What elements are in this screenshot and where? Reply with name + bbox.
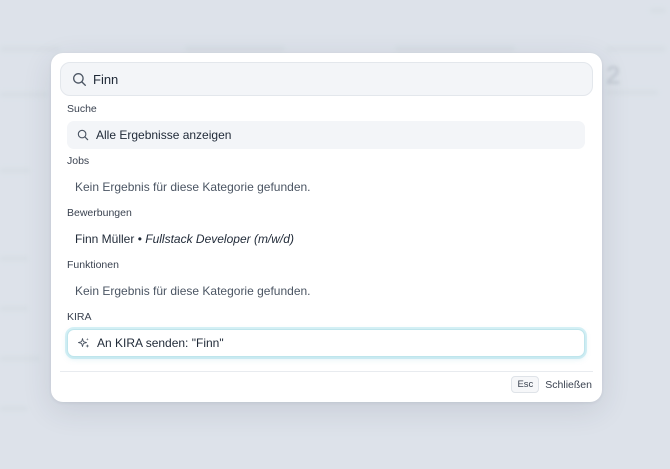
applicant-role: Fullstack Developer (m/w/d) — [145, 232, 294, 246]
section-label-kira: KIRA — [67, 311, 92, 323]
section-label-suche: Suche — [67, 103, 97, 115]
section-label-jobs: Jobs — [67, 155, 90, 167]
section-label-bewerbungen: Bewerbungen — [67, 207, 132, 219]
jobs-empty-message: Kein Ergebnis für diese Kategorie gefund… — [67, 173, 585, 201]
esc-key-hint: Esc — [511, 376, 540, 393]
result-separator: • — [134, 232, 146, 246]
footer-divider — [60, 371, 593, 372]
search-icon — [73, 72, 87, 86]
functions-empty-message: Kein Ergebnis für diese Kategorie gefund… — [67, 277, 585, 305]
send-to-kira-item[interactable]: An KIRA senden: "Finn" — [67, 329, 585, 357]
show-all-results-item[interactable]: Alle Ergebnisse anzeigen — [67, 121, 585, 149]
palette-footer: Esc Schließen — [511, 376, 592, 393]
sparkle-icon — [78, 337, 90, 349]
functions-empty-text: Kein Ergebnis für diese Kategorie gefund… — [75, 284, 311, 298]
close-label[interactable]: Schließen — [545, 379, 592, 391]
applicant-name: Finn Müller — [75, 232, 135, 246]
search-icon — [77, 129, 89, 141]
send-to-kira-label: An KIRA senden: "Finn" — [97, 336, 224, 350]
search-field[interactable] — [60, 62, 593, 96]
section-label-funktionen: Funktionen — [67, 259, 119, 271]
show-all-results-label: Alle Ergebnisse anzeigen — [96, 128, 232, 142]
jobs-empty-text: Kein Ergebnis für diese Kategorie gefund… — [75, 180, 311, 194]
command-palette: Suche Alle Ergebnisse anzeigen Jobs Kein… — [51, 53, 602, 402]
search-input[interactable] — [93, 71, 573, 87]
application-result-item[interactable]: Finn Müller • Fullstack Developer (m/w/d… — [67, 225, 585, 253]
